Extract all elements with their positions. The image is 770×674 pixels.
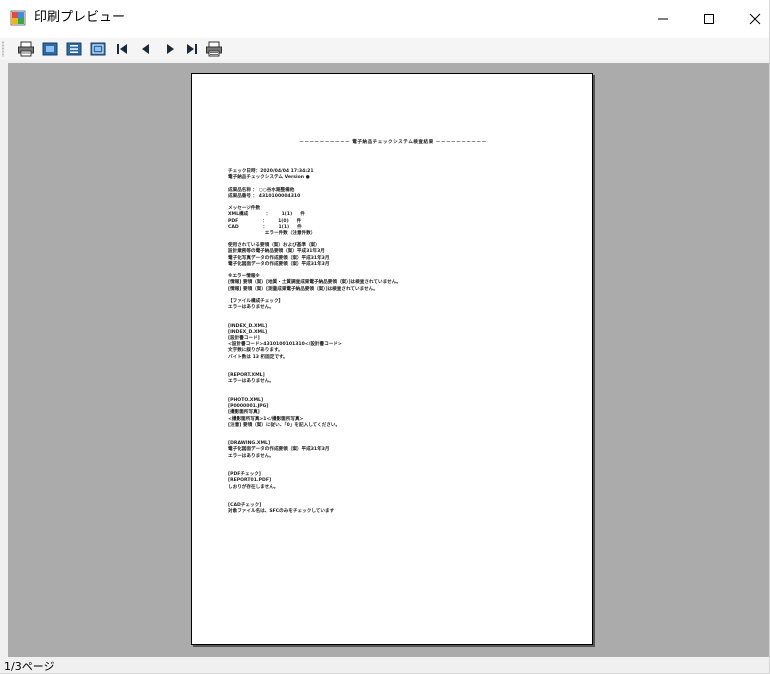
one-page-icon	[66, 42, 82, 56]
maximize-icon	[704, 14, 714, 24]
last-page-icon	[187, 44, 197, 54]
page-indicator: 1/3ページ	[4, 660, 55, 673]
one-page-button[interactable]	[64, 39, 84, 59]
title-bar: 印刷プレビュー	[0, 0, 769, 38]
print-setup-button[interactable]	[204, 39, 224, 59]
preview-page: －－－－－－－－－－ 電子納品チェックシステム検査結果 －－－－－－－－－－ チ…	[191, 73, 593, 645]
print-button[interactable]	[16, 39, 36, 59]
document-content: －－－－－－－－－－ 電子納品チェックシステム検査結果 －－－－－－－－－－ チ…	[228, 128, 558, 528]
print-setup-icon	[206, 41, 222, 57]
zoom-button[interactable]	[40, 39, 60, 59]
maximize-button[interactable]	[686, 0, 732, 38]
print-preview-window: 印刷プレビュー －－－－－－－－－－ 電子納品チェックシステム検査結果 －－－－…	[0, 0, 770, 674]
preview-area[interactable]: －－－－－－－－－－ 電子納品チェックシステム検査結果 －－－－－－－－－－ チ…	[8, 63, 769, 657]
last-page-button[interactable]	[182, 39, 202, 59]
document-title: －－－－－－－－－－ 電子納品チェックシステム検査結果 －－－－－－－－－－	[299, 140, 487, 146]
print-icon	[18, 41, 34, 57]
first-page-button[interactable]	[112, 39, 132, 59]
next-page-button[interactable]	[160, 39, 180, 59]
print-preview-app-icon	[10, 10, 26, 26]
close-button[interactable]	[732, 0, 770, 38]
previous-page-button[interactable]	[136, 39, 156, 59]
two-page-button[interactable]	[88, 39, 108, 59]
document-line: 対象ファイル名は、SFCのみをチェックしています	[228, 509, 335, 515]
document-lines: チェック日時：2020/04/04 17:34:21 電子納品チェックシステム V…	[228, 169, 558, 516]
window-title: 印刷プレビュー	[34, 10, 126, 25]
status-bar: 1/3ページ	[0, 657, 769, 673]
previous-page-icon	[142, 44, 149, 54]
first-page-icon	[117, 44, 127, 54]
close-icon	[749, 13, 761, 25]
toolbar-grip[interactable]	[2, 41, 4, 57]
toolbar	[0, 38, 769, 60]
minimize-icon	[658, 18, 668, 20]
minimize-button[interactable]	[640, 0, 686, 38]
two-page-icon	[90, 42, 106, 56]
zoom-icon	[42, 42, 58, 56]
next-page-icon	[167, 44, 174, 54]
